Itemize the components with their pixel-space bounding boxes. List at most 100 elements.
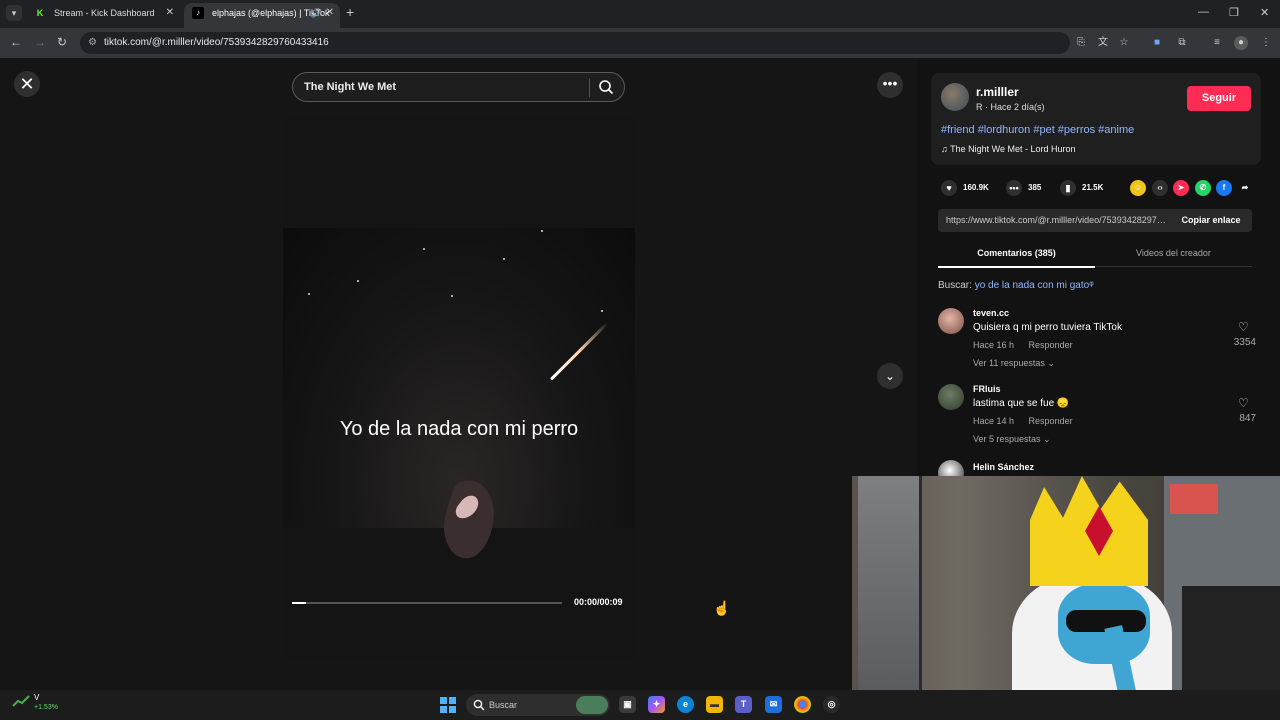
- commenter-name[interactable]: teven.cc: [973, 308, 1009, 318]
- heart-icon[interactable]: ♥: [941, 180, 957, 196]
- reply-button[interactable]: Responder: [1029, 416, 1073, 426]
- close-video-icon[interactable]: ✕: [14, 71, 40, 97]
- commenter-name[interactable]: FRluis: [973, 384, 1001, 394]
- send-icon[interactable]: ➤: [1173, 180, 1189, 196]
- video-search-bar[interactable]: The Night We Met: [292, 72, 625, 102]
- video-player[interactable]: Yo de la nada con mi perro: [283, 118, 635, 658]
- music-line[interactable]: ♫ The Night We Met - Lord Huron: [941, 144, 1075, 154]
- stock-ticker-value: +1.53%: [34, 704, 58, 711]
- search-suggestion-keyword[interactable]: yo de la nada con mi gato: [975, 280, 1090, 291]
- share-friends-icon[interactable]: ☺: [1130, 180, 1146, 196]
- star: [503, 258, 505, 260]
- comment-time: Hace 14 h: [973, 416, 1015, 426]
- window-close-icon[interactable]: ✕: [1260, 6, 1269, 19]
- search-icon[interactable]: [598, 79, 614, 95]
- save-count: 21.5K: [1082, 183, 1104, 192]
- install-app-icon[interactable]: ⎘: [1074, 36, 1088, 50]
- tab-kick-dashboard[interactable]: K Stream - Kick Dashboard ✕: [26, 3, 180, 28]
- search-suggestion[interactable]: Buscar: yo de la nada con mi gatoᵠ: [938, 280, 1094, 291]
- star: [357, 280, 359, 282]
- video-progress-bar[interactable]: [292, 602, 562, 604]
- site-info-icon[interactable]: ⚙: [88, 32, 97, 54]
- star: [451, 295, 453, 297]
- windows-taskbar: V +1.53% Buscar ▣ ✦ e ▬ T ✉ ◎: [0, 690, 1280, 720]
- browser-address-bar: ← → ↻ ⚙ tiktok.com/@r.milller/video/7539…: [0, 28, 1280, 58]
- tab-search-chevron-icon[interactable]: ▾: [6, 5, 22, 21]
- tab-tiktok[interactable]: ♪ elphajas (@elphajas) | TikTok 🔊 ✕: [184, 3, 340, 28]
- restore-icon[interactable]: ❐: [1229, 6, 1239, 19]
- forward-arrow-icon[interactable]: →: [34, 35, 46, 49]
- panel-tabs: Comentarios (385) Videos del creador: [938, 240, 1252, 268]
- task-view-icon[interactable]: ▣: [619, 696, 636, 713]
- speaker-icon[interactable]: 🔊: [311, 3, 322, 23]
- comment-like-heart-icon[interactable]: ♡: [1238, 320, 1249, 334]
- author-username[interactable]: r.milller: [976, 85, 1019, 99]
- commenter-avatar[interactable]: [938, 384, 964, 410]
- back-arrow-icon[interactable]: ←: [10, 35, 22, 49]
- edge-browser-icon[interactable]: e: [677, 696, 694, 713]
- star: [601, 310, 603, 312]
- file-explorer-icon[interactable]: ▬: [706, 696, 723, 713]
- follow-button[interactable]: Seguir: [1187, 86, 1251, 111]
- reply-button[interactable]: Responder: [1029, 340, 1073, 350]
- view-replies-button[interactable]: Ver 11 respuestas ⌄: [973, 358, 1055, 369]
- copilot-icon[interactable]: ✦: [648, 696, 665, 713]
- bookmark-star-icon[interactable]: ☆: [1117, 36, 1131, 50]
- new-tab-plus-icon[interactable]: +: [346, 4, 354, 20]
- profile-avatar-icon[interactable]: ●: [1234, 36, 1248, 50]
- whatsapp-icon[interactable]: ✆: [1195, 180, 1211, 196]
- chevron-down-icon: ⌄: [1043, 434, 1051, 444]
- copy-link-button[interactable]: Copiar enlace: [1170, 209, 1252, 232]
- minimize-icon[interactable]: —: [1198, 6, 1209, 18]
- author-card: r.milller R · Hace 2 día(s) Seguir #frie…: [931, 73, 1261, 165]
- commenter-name[interactable]: Helin Sánchez: [973, 462, 1034, 472]
- teams-icon[interactable]: T: [735, 696, 752, 713]
- tiktok-favicon-icon: ♪: [192, 7, 204, 19]
- view-replies-label: Ver 5 respuestas: [973, 434, 1041, 444]
- video-hashtags[interactable]: #friend #lordhuron #pet #perros #anime: [941, 124, 1134, 136]
- star: [423, 248, 425, 250]
- translate-icon[interactable]: 文: [1096, 36, 1110, 50]
- comment-text: Quisiera q mi perro tuviera TikTok: [973, 322, 1122, 333]
- browser-menu-icon[interactable]: ⋮: [1259, 36, 1273, 50]
- url-field[interactable]: ⚙ tiktok.com/@r.milller/video/7539342829…: [80, 32, 1070, 54]
- more-options-icon[interactable]: •••: [877, 72, 903, 98]
- tab-comments[interactable]: Comentarios (385): [938, 240, 1095, 268]
- author-subtitle: R · Hace 2 día(s): [976, 102, 1045, 112]
- browser-tab-bar: ▾ K Stream - Kick Dashboard ✕ ♪ elphajas…: [0, 0, 1280, 28]
- like-count: 160.9K: [963, 183, 989, 192]
- view-replies-button[interactable]: Ver 5 respuestas ⌄: [973, 434, 1051, 445]
- stock-chart-icon[interactable]: [12, 694, 30, 708]
- bookmark-icon[interactable]: ▮: [1060, 180, 1076, 196]
- reload-icon[interactable]: ↻: [57, 35, 67, 49]
- kick-favicon-icon: K: [36, 8, 44, 18]
- extensions-puzzle-icon[interactable]: ⧉: [1175, 36, 1189, 50]
- commenter-avatar[interactable]: [938, 308, 964, 334]
- mail-icon[interactable]: ✉: [765, 696, 782, 713]
- webcam-overlay: [852, 476, 1280, 720]
- tab-close-icon[interactable]: ✕: [166, 3, 174, 23]
- extension-icon[interactable]: ■: [1150, 36, 1164, 50]
- comment-meta: Hace 16 h Responder: [973, 340, 1073, 350]
- obs-app-icon[interactable]: ◎: [823, 696, 840, 713]
- mouse-cursor-icon: ☝: [713, 600, 731, 616]
- dog-paw-image: [443, 480, 494, 559]
- comment-like-count: 847: [1239, 413, 1256, 424]
- reading-list-icon[interactable]: ≡: [1210, 36, 1224, 50]
- view-replies-label: Ver 11 respuestas: [973, 358, 1045, 368]
- tab-creator-videos[interactable]: Videos del creador: [1095, 240, 1252, 266]
- windows-start-icon[interactable]: [440, 697, 456, 713]
- comment-bubble-icon[interactable]: •••: [1006, 180, 1022, 196]
- share-arrow-icon[interactable]: ➦: [1237, 180, 1253, 196]
- webcam-door: [858, 476, 922, 720]
- embed-code-icon[interactable]: ‹›: [1152, 180, 1168, 196]
- shooting-star: [549, 321, 609, 381]
- comment-like-heart-icon[interactable]: ♡: [1238, 396, 1249, 410]
- taskbar-search[interactable]: Buscar: [466, 694, 610, 716]
- tab-close-icon[interactable]: ✕: [326, 3, 334, 23]
- facebook-icon[interactable]: f: [1216, 180, 1232, 196]
- screen: ▾ K Stream - Kick Dashboard ✕ ♪ elphajas…: [0, 0, 1280, 720]
- next-video-chevron-down-icon[interactable]: ⌄: [877, 363, 903, 389]
- author-avatar[interactable]: [941, 83, 969, 111]
- chrome-browser-icon[interactable]: [794, 696, 811, 713]
